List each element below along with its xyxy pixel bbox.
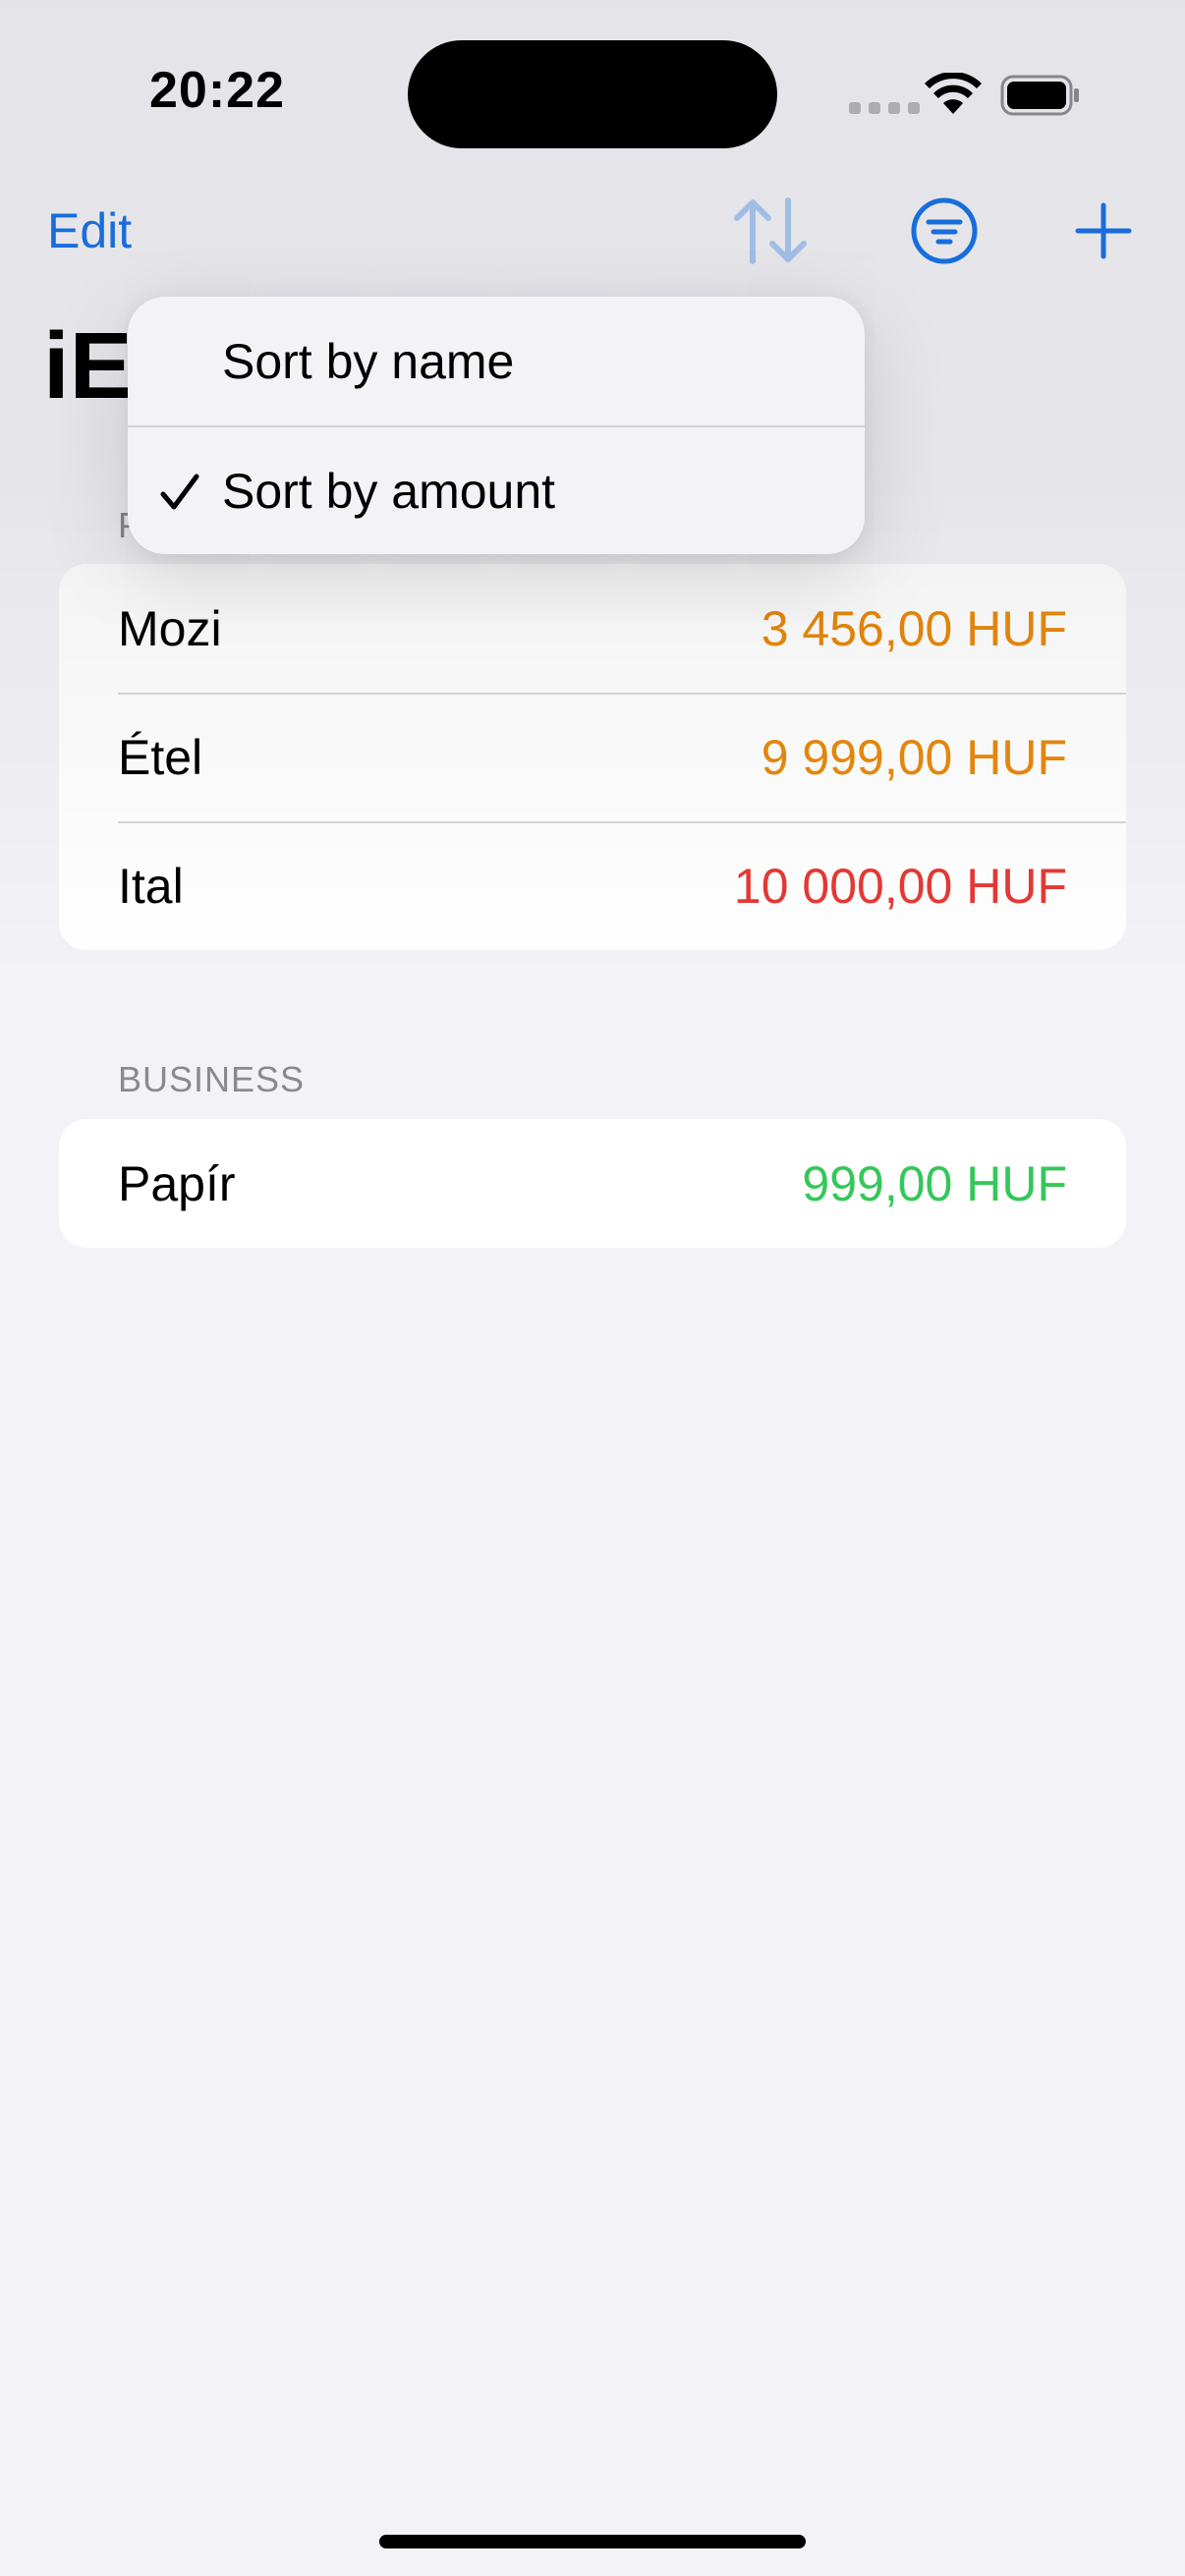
menu-item-sort-by-name[interactable]: Sort by name	[128, 297, 865, 425]
menu-item-label: Sort by amount	[222, 463, 556, 519]
sort-menu: Sort by name Sort by amount	[128, 297, 865, 554]
item-name: Ital	[118, 858, 184, 914]
list-card-business: Papír 999,00 HUF	[59, 1119, 1126, 1248]
edit-button[interactable]: Edit	[47, 202, 132, 259]
list-card-personal: Mozi 3 456,00 HUF Étel 9 999,00 HUF Ital…	[59, 564, 1126, 950]
filter-icon[interactable]	[910, 196, 979, 265]
menu-item-label: Sort by name	[222, 333, 515, 389]
list-item[interactable]: Papír 999,00 HUF	[59, 1119, 1126, 1248]
item-name: Mozi	[118, 600, 222, 656]
home-indicator[interactable]	[379, 2535, 806, 2548]
page-title: iE	[43, 313, 133, 419]
list-item[interactable]: Mozi 3 456,00 HUF	[59, 564, 1126, 693]
checkmark-icon	[160, 474, 199, 510]
item-name: Papír	[118, 1155, 236, 1211]
dynamic-island	[408, 40, 777, 148]
section-header-business: BUSINESS	[118, 1059, 306, 1099]
list-item[interactable]: Ital 10 000,00 HUF	[59, 821, 1126, 950]
cellular-signal-icon	[849, 102, 920, 114]
add-icon[interactable]	[1075, 202, 1132, 259]
battery-icon	[1000, 75, 1079, 116]
item-amount: 10 000,00 HUF	[733, 858, 1067, 914]
screen: 20:22 Edit iE P	[0, 0, 1185, 2576]
item-amount: 999,00 HUF	[802, 1155, 1067, 1211]
item-amount: 3 456,00 HUF	[761, 600, 1067, 656]
status-time: 20:22	[149, 62, 285, 119]
menu-item-sort-by-amount[interactable]: Sort by amount	[128, 425, 865, 554]
item-amount: 9 999,00 HUF	[761, 729, 1067, 785]
item-name: Étel	[118, 729, 203, 785]
list-item[interactable]: Étel 9 999,00 HUF	[59, 693, 1126, 821]
wifi-icon	[925, 73, 982, 114]
sort-icon[interactable]	[731, 196, 810, 265]
